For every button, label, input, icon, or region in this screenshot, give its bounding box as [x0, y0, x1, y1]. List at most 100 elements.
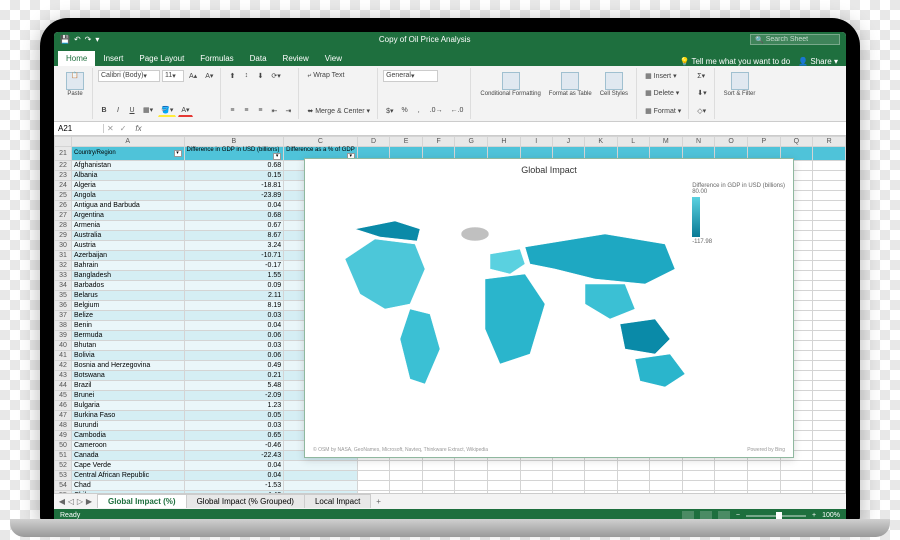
fill-color-button[interactable]: 🪣▾: [158, 104, 176, 117]
column-header[interactable]: Q: [780, 136, 813, 146]
tab-nav-prev-icon[interactable]: ◁: [67, 497, 75, 506]
cell[interactable]: 0.03: [184, 340, 284, 350]
cell[interactable]: [584, 470, 617, 480]
cell[interactable]: [813, 470, 846, 480]
ribbon-tab-view[interactable]: View: [317, 51, 350, 66]
cell[interactable]: [488, 460, 521, 470]
cell[interactable]: 0.03: [184, 310, 284, 320]
cell[interactable]: Bermuda: [71, 330, 184, 340]
cell[interactable]: [813, 490, 846, 493]
row-header[interactable]: 22: [55, 160, 72, 170]
cell[interactable]: [488, 470, 521, 480]
cell[interactable]: [520, 470, 552, 480]
cell[interactable]: Argentina: [71, 210, 184, 220]
column-header[interactable]: O: [715, 136, 748, 146]
cell[interactable]: [584, 480, 617, 490]
cell[interactable]: [813, 480, 846, 490]
row-header[interactable]: 38: [55, 320, 72, 330]
percent-button[interactable]: %: [399, 105, 411, 116]
cell[interactable]: 4.42: [184, 490, 284, 493]
cell[interactable]: Central African Republic: [71, 470, 184, 480]
tab-nav-next-icon[interactable]: ▷: [76, 497, 84, 506]
row-header[interactable]: 55: [55, 490, 72, 493]
cell[interactable]: Cambodia: [71, 430, 184, 440]
row-header[interactable]: 42: [55, 360, 72, 370]
row-header[interactable]: 29: [55, 230, 72, 240]
undo-icon[interactable]: ↶: [74, 35, 81, 44]
cell[interactable]: [520, 460, 552, 470]
name-box[interactable]: A21: [54, 124, 104, 133]
cell[interactable]: [813, 310, 846, 320]
cell[interactable]: [520, 480, 552, 490]
cell[interactable]: Belgium: [71, 300, 184, 310]
cell[interactable]: Antigua and Barbuda: [71, 200, 184, 210]
row-header[interactable]: 51: [55, 450, 72, 460]
cell[interactable]: 0.49: [184, 360, 284, 370]
cell[interactable]: [813, 390, 846, 400]
row-header[interactable]: 46: [55, 400, 72, 410]
cell[interactable]: [813, 170, 846, 180]
cell[interactable]: 0.68: [184, 210, 284, 220]
table-header-cell[interactable]: Difference in GDP in USD (billions)▾: [184, 146, 284, 160]
cell[interactable]: [390, 460, 423, 470]
cell[interactable]: Belarus: [71, 290, 184, 300]
cell[interactable]: -23.89: [184, 190, 284, 200]
row-header[interactable]: 33: [55, 270, 72, 280]
underline-button[interactable]: U: [126, 105, 138, 116]
cell[interactable]: 0.04: [184, 470, 284, 480]
row-header[interactable]: 21: [55, 146, 72, 160]
cell[interactable]: 0.03: [184, 420, 284, 430]
page-layout-view-button[interactable]: [700, 511, 712, 521]
cell[interactable]: Chad: [71, 480, 184, 490]
cell[interactable]: Cameroon: [71, 440, 184, 450]
tell-me-button[interactable]: 💡 Tell me what you want to do: [679, 57, 790, 66]
autosum-button[interactable]: Σ▾: [694, 70, 708, 82]
cell-styles-button[interactable]: Cell Styles: [596, 70, 632, 117]
save-icon[interactable]: 💾: [60, 35, 70, 44]
cell[interactable]: -18.81: [184, 180, 284, 190]
cell[interactable]: [813, 340, 846, 350]
align-bottom-button[interactable]: ⬇: [254, 70, 266, 82]
cell[interactable]: 0.06: [184, 330, 284, 340]
cell[interactable]: [813, 460, 846, 470]
cell[interactable]: 0.67: [184, 220, 284, 230]
cell[interactable]: 0.05: [184, 410, 284, 420]
indent-decrease-button[interactable]: ⇤: [268, 105, 280, 117]
cell[interactable]: Canada: [71, 450, 184, 460]
cell[interactable]: [649, 470, 682, 480]
cell[interactable]: [780, 460, 813, 470]
search-sheet-input[interactable]: 🔍 Search Sheet: [750, 34, 840, 45]
cell[interactable]: -1.53: [184, 480, 284, 490]
table-header-cell[interactable]: Country/Region▾: [71, 146, 184, 160]
cell[interactable]: [584, 490, 617, 493]
align-top-button[interactable]: ⬆: [226, 70, 238, 82]
row-header[interactable]: 32: [55, 260, 72, 270]
cell[interactable]: Benin: [71, 320, 184, 330]
clear-button[interactable]: ◇▾: [694, 105, 709, 117]
cell[interactable]: [617, 490, 649, 493]
cell[interactable]: [813, 290, 846, 300]
cell[interactable]: Algeria: [71, 180, 184, 190]
ribbon-tab-page-layout[interactable]: Page Layout: [131, 51, 192, 66]
cell[interactable]: [748, 480, 781, 490]
column-header[interactable]: H: [488, 136, 521, 146]
format-cells-button[interactable]: ▦ Format ▾: [642, 105, 684, 117]
cell[interactable]: 0.04: [184, 200, 284, 210]
cell[interactable]: [422, 460, 454, 470]
row-header[interactable]: 27: [55, 210, 72, 220]
cell[interactable]: Albania: [71, 170, 184, 180]
worksheet-area[interactable]: ABCDEFGHIJKLMNOPQR 21Country/Region▾Diff…: [54, 136, 846, 493]
cell[interactable]: [649, 480, 682, 490]
normal-view-button[interactable]: [682, 511, 694, 521]
format-as-table-button[interactable]: Format as Table: [545, 70, 596, 117]
ribbon-tab-data[interactable]: Data: [242, 51, 275, 66]
filter-dropdown-icon[interactable]: ▾: [174, 150, 182, 157]
fx-enter-icon[interactable]: ✓: [117, 124, 130, 133]
cell[interactable]: [780, 490, 813, 493]
cell[interactable]: [390, 490, 423, 493]
decrease-font-button[interactable]: A▾: [202, 70, 216, 82]
row-header[interactable]: 34: [55, 280, 72, 290]
cell[interactable]: [488, 490, 521, 493]
cell[interactable]: [422, 480, 454, 490]
cell[interactable]: [682, 480, 715, 490]
